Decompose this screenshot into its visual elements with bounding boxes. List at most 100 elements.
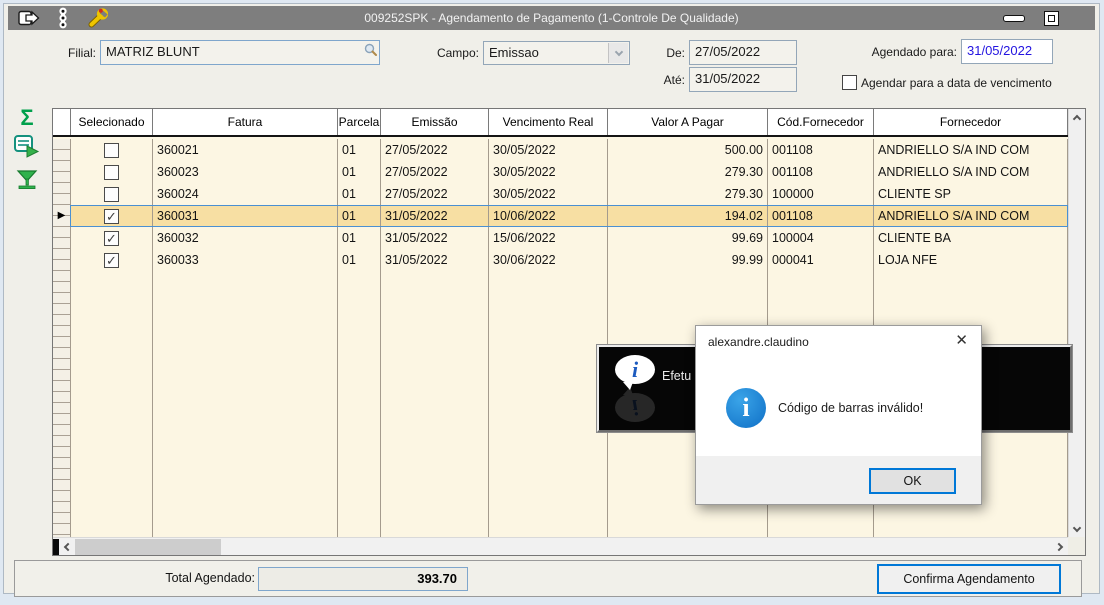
record-selector-cell[interactable]: ▶ [53,271,71,537]
selected-cell[interactable]: ✓ [71,161,153,183]
fornecedor-cell[interactable]: ANDRIELLO S/A IND COM [874,161,1068,183]
date-from-input[interactable]: 27/05/2022 [689,40,797,65]
cod-fornecedor-cell[interactable]: 100000 [768,183,874,205]
selected-cell[interactable]: ✓ [71,139,153,161]
emissao-cell[interactable]: 27/05/2022 [381,139,489,161]
cod-fornecedor-cell[interactable]: 001108 [768,205,874,227]
row-checkbox[interactable]: ✓ [104,186,119,202]
record-selector-cell[interactable]: ▶ [53,249,71,271]
table-row[interactable]: ▶ ✓ 360031 01 31/05/2022 10/06/2022 194.… [53,205,1068,227]
row-checkbox[interactable]: ✓ [104,142,119,158]
minimize-button[interactable] [1003,15,1025,22]
column-header[interactable]: Fornecedor [874,109,1068,135]
valor-cell[interactable]: 99.99 [608,249,768,271]
horizontal-scrollbar[interactable] [53,537,1068,555]
parcela-cell[interactable]: 01 [338,183,381,205]
table-row[interactable]: ▶ ✓ 360021 01 27/05/2022 30/05/2022 500.… [53,139,1068,161]
cod-fornecedor-cell[interactable]: 001108 [768,161,874,183]
fatura-cell[interactable]: 360033 [153,249,338,271]
valor-cell[interactable]: 279.30 [608,183,768,205]
parcela-cell[interactable]: 01 [338,205,381,227]
valor-cell[interactable]: 99.69 [608,227,768,249]
valor-cell[interactable]: 279.30 [608,161,768,183]
due-date-checkbox[interactable] [842,75,857,90]
fornecedor-cell[interactable]: CLIENTE SP [874,183,1068,205]
filial-input[interactable]: MATRIZ BLUNT [100,40,380,65]
parcela-cell[interactable]: 01 [338,161,381,183]
fornecedor-cell[interactable]: CLIENTE BA [874,227,1068,249]
parcela-cell[interactable]: 01 [338,139,381,161]
scheduled-for-input[interactable]: 31/05/2022 [961,39,1053,64]
parcela-cell[interactable]: 01 [338,249,381,271]
export-grid-icon[interactable] [12,132,42,160]
fatura-cell[interactable]: 360031 [153,205,338,227]
record-selector-cell[interactable]: ▶ [53,205,71,227]
table-row[interactable]: ▶ ✓ 360023 01 27/05/2022 30/05/2022 279.… [53,161,1068,183]
record-selector-cell[interactable]: ▶ [53,161,71,183]
maximize-button[interactable] [1044,11,1059,26]
selected-cell[interactable]: ✓ [71,183,153,205]
column-header[interactable]: Valor A Pagar [608,109,768,135]
chevron-down-icon[interactable] [608,43,628,63]
fornecedor-cell[interactable]: ANDRIELLO S/A IND COM [874,139,1068,161]
column-header[interactable]: Fatura [153,109,338,135]
parcela-cell[interactable] [338,271,381,537]
column-header[interactable]: Cód.Fornecedor [768,109,874,135]
magnifier-icon[interactable] [364,41,377,63]
record-selector-cell[interactable]: ▶ [53,139,71,161]
row-checkbox[interactable]: ✓ [104,164,119,180]
filter-funnel-icon[interactable] [14,168,40,192]
column-header[interactable]: Emissão [381,109,489,135]
traffic-light-icon[interactable] [50,7,76,29]
vencimento-cell[interactable]: 30/05/2022 [489,161,608,183]
close-icon[interactable]: ✕ [955,332,968,350]
vencimento-cell[interactable]: 15/06/2022 [489,227,608,249]
column-header[interactable]: Parcela [338,109,381,135]
emissao-cell[interactable]: 31/05/2022 [381,249,489,271]
parcela-cell[interactable]: 01 [338,227,381,249]
row-checkbox[interactable]: ✓ [104,208,119,224]
exit-window-icon[interactable] [16,7,42,29]
table-row[interactable]: ▶ ✓ 360033 01 31/05/2022 30/06/2022 99.9… [53,249,1068,271]
selected-cell[interactable]: ✓ [71,205,153,227]
row-checkbox[interactable]: ✓ [104,252,119,268]
cod-fornecedor-cell[interactable]: 001108 [768,139,874,161]
vencimento-cell[interactable]: 10/06/2022 [489,205,608,227]
emissao-cell[interactable] [381,271,489,537]
fornecedor-cell[interactable]: ANDRIELLO S/A IND COM [874,205,1068,227]
fornecedor-cell[interactable]: LOJA NFE [874,249,1068,271]
emissao-cell[interactable]: 27/05/2022 [381,161,489,183]
ok-button[interactable]: OK [869,468,956,494]
selected-cell[interactable] [71,271,153,537]
vencimento-cell[interactable]: 30/05/2022 [489,139,608,161]
record-selector-cell[interactable]: ▶ [53,183,71,205]
valor-cell[interactable]: 194.02 [608,205,768,227]
scroll-down-icon[interactable] [1069,521,1085,537]
column-header[interactable]: Vencimento Real [489,109,608,135]
table-row[interactable]: ▶ ✓ 360024 01 27/05/2022 30/05/2022 279.… [53,183,1068,205]
scroll-left-icon[interactable] [59,539,75,555]
scroll-up-icon[interactable] [1069,109,1085,125]
horizontal-scroll-thumb[interactable] [75,538,221,555]
campo-select[interactable]: Emissao [483,41,630,65]
emissao-cell[interactable]: 27/05/2022 [381,183,489,205]
row-checkbox[interactable]: ✓ [104,230,119,246]
date-to-input[interactable]: 31/05/2022 [689,67,797,92]
selected-cell[interactable]: ✓ [71,227,153,249]
vencimento-cell[interactable]: 30/06/2022 [489,249,608,271]
fatura-cell[interactable]: 360032 [153,227,338,249]
fatura-cell[interactable]: 360021 [153,139,338,161]
vencimento-cell[interactable] [489,271,608,537]
record-selector-cell[interactable]: ▶ [53,227,71,249]
column-header[interactable]: Selecionado [71,109,153,135]
cod-fornecedor-cell[interactable]: 000041 [768,249,874,271]
valor-cell[interactable]: 500.00 [608,139,768,161]
fatura-cell[interactable]: 360023 [153,161,338,183]
emissao-cell[interactable]: 31/05/2022 [381,205,489,227]
vencimento-cell[interactable]: 30/05/2022 [489,183,608,205]
fatura-cell[interactable] [153,271,338,537]
fatura-cell[interactable]: 360024 [153,183,338,205]
selected-cell[interactable]: ✓ [71,249,153,271]
confirm-schedule-button[interactable]: Confirma Agendamento [877,564,1061,594]
emissao-cell[interactable]: 31/05/2022 [381,227,489,249]
